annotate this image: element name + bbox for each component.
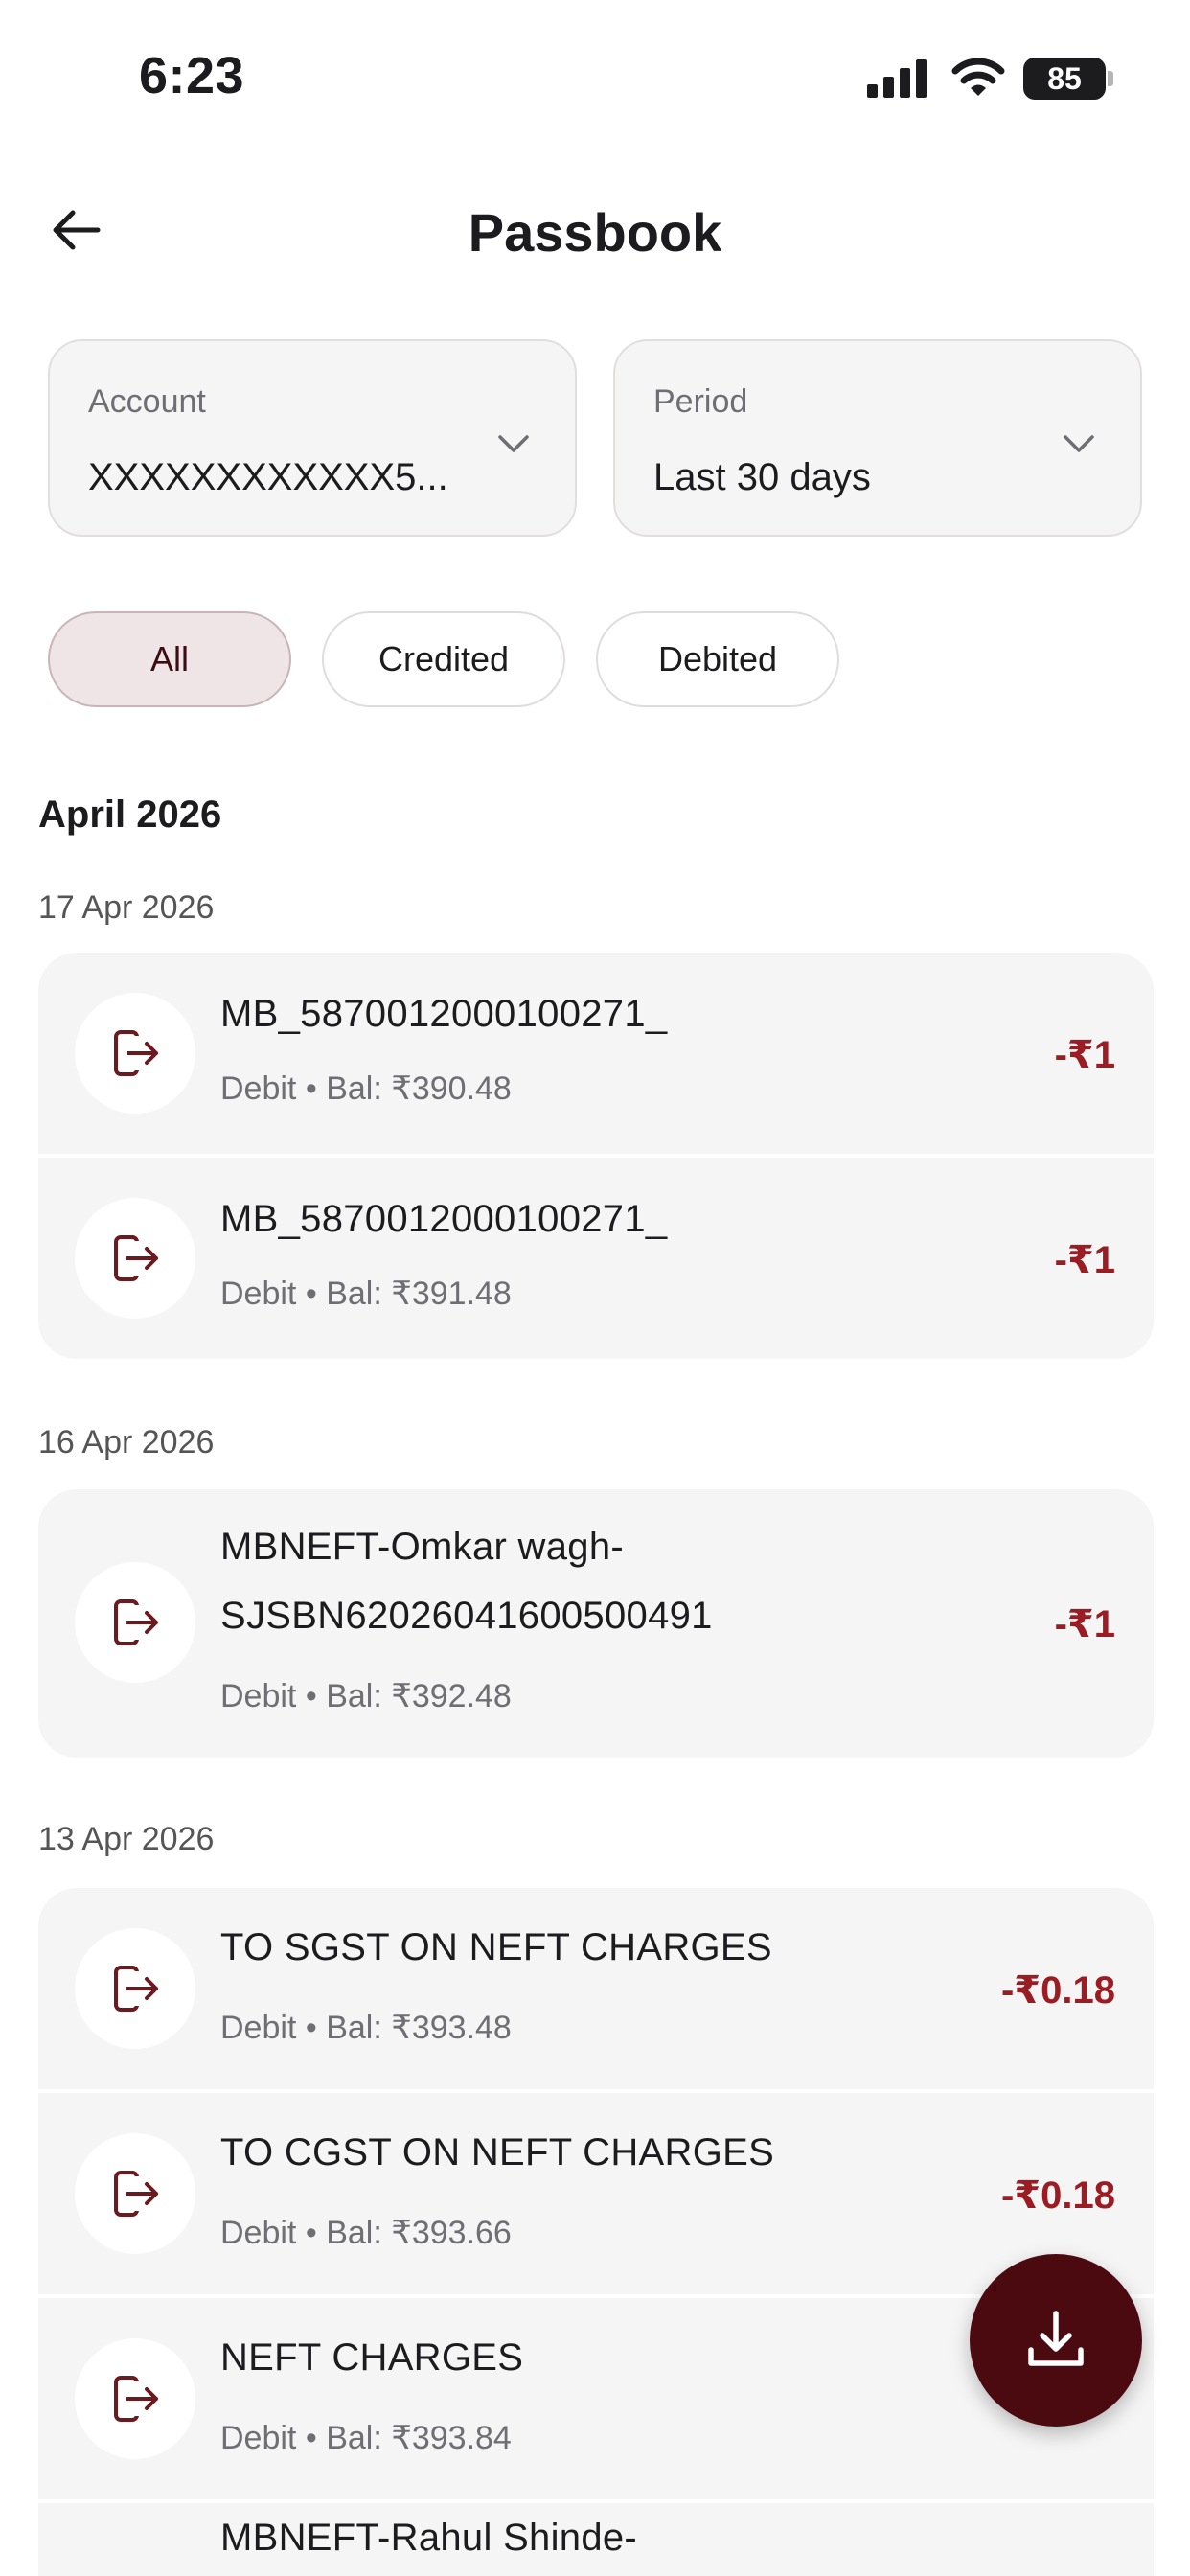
transaction-amount: -₹1: [1054, 1239, 1115, 1281]
wifi-icon: [951, 58, 1005, 96]
transaction-type: Debit: [220, 2215, 297, 2251]
transaction-balance: Bal: ₹392.48: [326, 1678, 512, 1714]
transaction-subtitle: Debit • Bal: ₹393.84: [220, 2419, 512, 2457]
debit-exit-icon: [75, 1198, 195, 1319]
separator-dot: •: [305, 1678, 317, 1714]
battery-icon: 85: [1023, 58, 1115, 100]
transaction-group: TO SGST ON NEFT CHARGES Debit • Bal: ₹39…: [38, 1888, 1154, 2576]
debit-exit-icon: [75, 2338, 195, 2459]
transaction-title: MB_5870012000100271_: [220, 993, 668, 1035]
transaction-balance: Bal: ₹393.48: [326, 2010, 512, 2046]
download-button[interactable]: [970, 2254, 1142, 2426]
chevron-down-icon: [1064, 435, 1094, 452]
transaction-subtitle: Debit • Bal: ₹393.66: [220, 2214, 512, 2252]
transaction-title: MBNEFT-Rahul Shinde-: [220, 2517, 638, 2559]
status-bar: 6:23 85: [0, 0, 1190, 153]
transaction-title: MB_5870012000100271_: [220, 1198, 668, 1240]
transaction-balance: Bal: ₹391.48: [326, 1276, 512, 1312]
date-label: 17 Apr 2026: [38, 889, 215, 926]
transaction-row[interactable]: MB_5870012000100271_ Debit • Bal: ₹391.4…: [38, 1158, 1154, 1359]
transaction-title: NEFT CHARGES: [220, 2336, 524, 2379]
separator-dot: •: [305, 2420, 317, 2456]
transaction-title: TO CGST ON NEFT CHARGES: [220, 2131, 775, 2174]
filter-chip-credited[interactable]: Credited: [322, 611, 565, 707]
period-select[interactable]: Period Last 30 days: [613, 339, 1142, 537]
transaction-subtitle: Debit • Bal: ₹392.48: [220, 1677, 512, 1715]
month-heading: April 2026: [38, 794, 222, 836]
transaction-type: Debit: [220, 1678, 297, 1714]
battery-level: 85: [1023, 58, 1106, 100]
chevron-down-icon: [498, 435, 529, 452]
transaction-type: Debit: [220, 2420, 297, 2456]
transaction-row[interactable]: TO SGST ON NEFT CHARGES Debit • Bal: ₹39…: [38, 1888, 1154, 2089]
transaction-type: Debit: [220, 1276, 297, 1312]
download-icon: [1028, 2311, 1084, 2366]
separator-dot: •: [305, 1276, 317, 1312]
transaction-title: MBNEFT-Omkar wagh-: [220, 1526, 625, 1568]
transaction-title: TO SGST ON NEFT CHARGES: [220, 1926, 772, 1968]
date-label: 16 Apr 2026: [38, 1424, 215, 1460]
transaction-amount: -₹1: [1054, 1034, 1115, 1076]
transaction-balance: Bal: ₹393.66: [326, 2215, 512, 2251]
period-value: Last 30 days: [653, 456, 871, 498]
filter-chip-all[interactable]: All: [48, 611, 291, 707]
account-value: XXXXXXXXXXXX5...: [88, 456, 448, 498]
battery-cap: [1108, 71, 1113, 86]
account-label: Account: [88, 383, 206, 420]
transaction-subtitle: Debit • Bal: ₹393.48: [220, 2009, 512, 2047]
transaction-row[interactable]: MBNEFT-Rahul Shinde-: [38, 2503, 1154, 2576]
transaction-subtitle: Debit • Bal: ₹390.48: [220, 1070, 512, 1108]
transaction-balance: Bal: ₹390.48: [326, 1070, 512, 1107]
transaction-row[interactable]: MB_5870012000100271_ Debit • Bal: ₹390.4…: [38, 953, 1154, 1154]
separator-dot: •: [305, 2215, 317, 2251]
transaction-group: MBNEFT-Omkar wagh- SJSBN6202604160050049…: [38, 1489, 1154, 1758]
account-select[interactable]: Account XXXXXXXXXXXX5...: [48, 339, 577, 537]
transaction-type: Debit: [220, 1070, 297, 1107]
transaction-row[interactable]: TO CGST ON NEFT CHARGES Debit • Bal: ₹39…: [38, 2093, 1154, 2294]
page-title: Passbook: [468, 202, 722, 263]
transaction-subtitle: Debit • Bal: ₹391.48: [220, 1275, 512, 1313]
period-label: Period: [653, 383, 748, 420]
cellular-signal-icon: [867, 59, 927, 98]
transaction-amount: -₹0.18: [1000, 1969, 1115, 2012]
transaction-group: MB_5870012000100271_ Debit • Bal: ₹390.4…: [38, 953, 1154, 1359]
transaction-title-line2: SJSBN62026041600500491: [220, 1595, 713, 1637]
transaction-amount: -₹1: [1054, 1603, 1115, 1645]
status-time: 6:23: [139, 47, 245, 104]
filter-chip-debited[interactable]: Debited: [596, 611, 839, 707]
debit-exit-icon: [75, 993, 195, 1114]
debit-exit-icon: [75, 1928, 195, 2049]
header: Passbook: [0, 163, 1190, 297]
transaction-amount: -₹0.18: [1000, 2174, 1115, 2217]
debit-exit-icon: [75, 1562, 195, 1683]
debit-exit-icon: [75, 2133, 195, 2254]
transaction-row[interactable]: MBNEFT-Omkar wagh- SJSBN6202604160050049…: [38, 1489, 1154, 1758]
separator-dot: •: [305, 1070, 317, 1107]
transaction-type: Debit: [220, 2010, 297, 2046]
selectors: Account XXXXXXXXXXXX5... Period Last 30 …: [48, 339, 1142, 537]
date-label: 13 Apr 2026: [38, 1821, 215, 1857]
transaction-balance: Bal: ₹393.84: [326, 2420, 512, 2456]
separator-dot: •: [305, 2010, 317, 2046]
